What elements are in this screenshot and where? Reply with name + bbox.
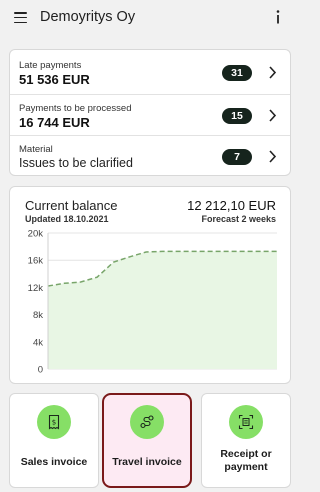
y-tick-label: 20k bbox=[28, 229, 44, 240]
y-tick-label: 16k bbox=[28, 256, 44, 267]
chevron-right-icon bbox=[269, 150, 277, 163]
receipt-scan-icon bbox=[229, 405, 263, 439]
y-tick-label: 8k bbox=[33, 310, 43, 321]
chevron-right-icon bbox=[269, 109, 277, 122]
row-label: Late payments bbox=[19, 60, 82, 71]
row-label: Payments to be processed bbox=[19, 103, 132, 114]
count-badge: 15 bbox=[222, 108, 252, 124]
balance-area bbox=[48, 251, 277, 369]
balance-chart: 0 4k 8k 12k 16k 20k bbox=[28, 229, 277, 376]
tile-label: Receipt or payment bbox=[220, 448, 272, 473]
hamburger-menu-icon[interactable] bbox=[14, 12, 27, 24]
payments-to-process-row[interactable]: Payments to be processed 16 744 EUR 15 bbox=[10, 94, 290, 135]
receipt-or-payment-button[interactable]: Receipt or payment bbox=[201, 393, 291, 488]
row-value: 51 536 EUR bbox=[19, 72, 90, 87]
y-tick-label: 0 bbox=[38, 365, 43, 376]
row-value: Issues to be clarified bbox=[19, 156, 133, 170]
sales-invoice-icon: $ bbox=[37, 405, 71, 439]
material-row[interactable]: Material Issues to be clarified 7 bbox=[10, 135, 290, 176]
late-payments-row[interactable]: Late payments 51 536 EUR 31 bbox=[10, 52, 290, 93]
company-title: Demoyritys Oy bbox=[40, 9, 136, 25]
travel-route-icon bbox=[130, 405, 164, 439]
tile-label: Sales invoice bbox=[20, 456, 88, 468]
chevron-right-icon bbox=[269, 66, 277, 79]
count-badge: 7 bbox=[222, 149, 252, 165]
travel-invoice-button[interactable]: Travel invoice bbox=[102, 393, 192, 488]
sales-invoice-button[interactable]: $ Sales invoice bbox=[9, 393, 99, 488]
app-header: Demoyritys Oy bbox=[0, 0, 300, 38]
row-label: Material bbox=[19, 144, 53, 155]
y-tick-label: 12k bbox=[28, 283, 44, 294]
summary-card: Late payments 51 536 EUR 31 Payments to … bbox=[9, 49, 291, 176]
count-badge: 31 bbox=[222, 65, 252, 81]
info-icon[interactable] bbox=[274, 9, 282, 25]
svg-text:$: $ bbox=[52, 419, 56, 427]
row-value: 16 744 EUR bbox=[19, 115, 90, 130]
y-tick-label: 4k bbox=[33, 337, 43, 348]
tile-label: Travel invoice bbox=[112, 456, 182, 468]
balance-card: Current balance 12 212,10 EUR Updated 18… bbox=[9, 186, 291, 384]
